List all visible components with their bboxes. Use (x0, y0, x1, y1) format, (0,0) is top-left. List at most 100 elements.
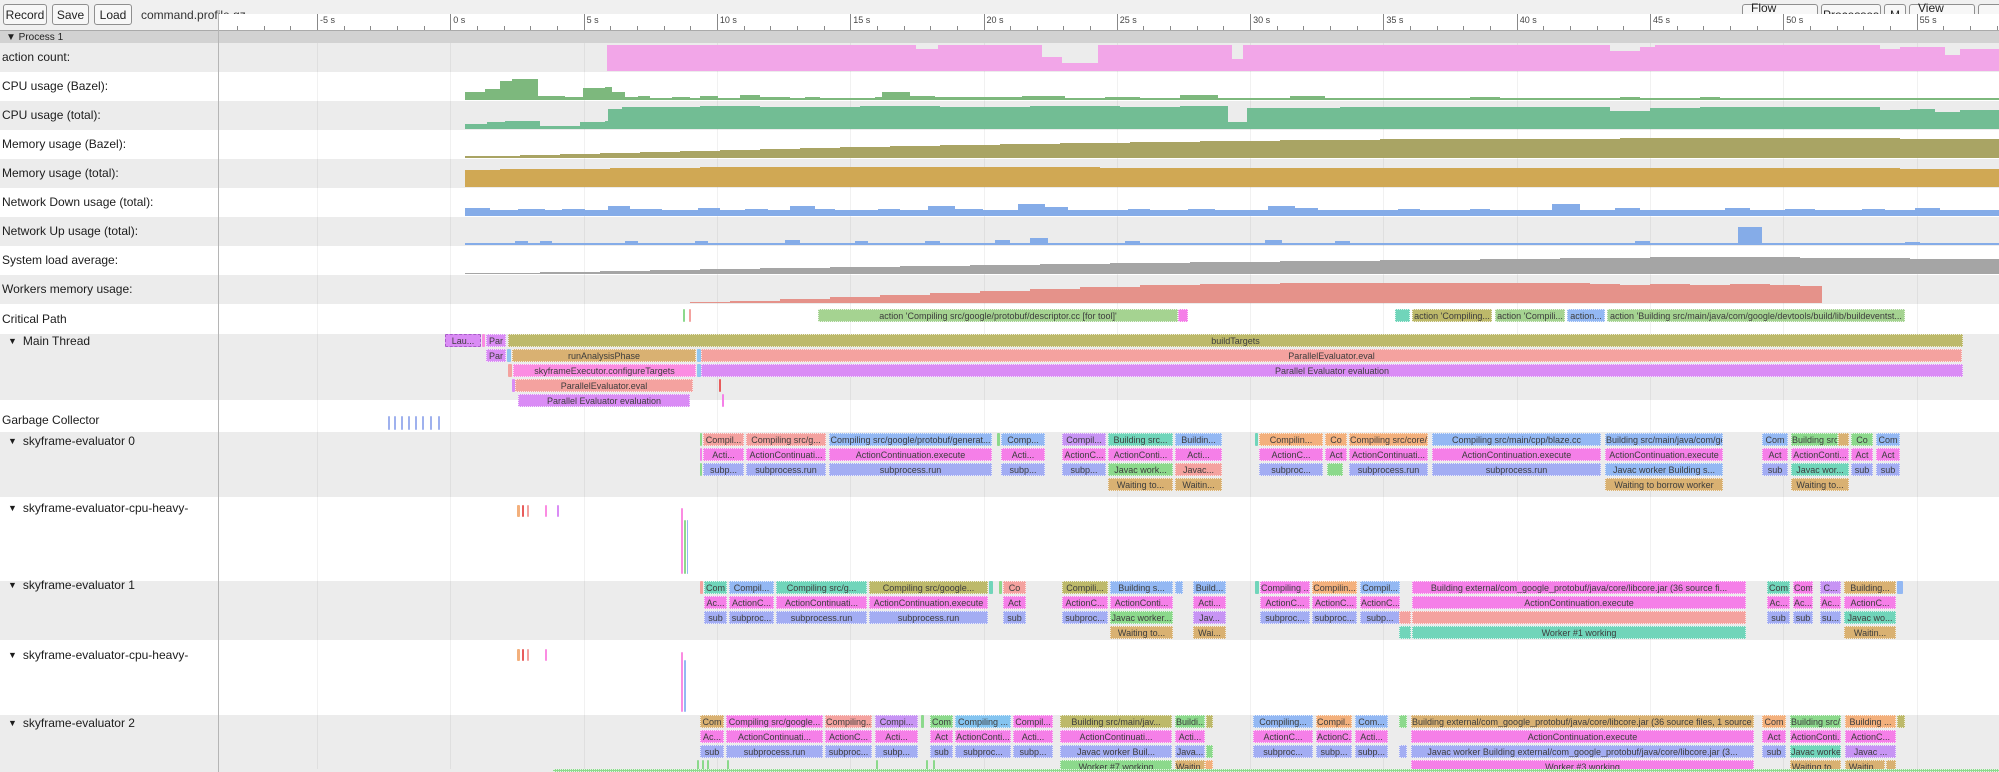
trace-event-bar[interactable]: ActionC... (1259, 448, 1323, 461)
trace-event-bar[interactable]: subp... (1360, 611, 1400, 624)
trace-event-bar[interactable]: ParallelEvaluator.eval (701, 349, 1962, 362)
trace-event-bar[interactable]: ActionC... (729, 596, 774, 609)
trace-event-bar[interactable]: ParallelEvaluator.eval (515, 379, 693, 392)
trace-event-bar[interactable]: Com (700, 715, 724, 728)
trace-event-bar[interactable]: Javac worker... (1110, 611, 1173, 624)
trace-event-bar[interactable]: Compilin... (1259, 433, 1323, 446)
trace-event-bar[interactable]: buildTargets (508, 334, 1963, 347)
trace-event-tick[interactable] (1399, 626, 1411, 639)
network-up-usage-chart[interactable] (218, 217, 1999, 246)
trace-event-bar[interactable]: Compiling src/g... (746, 433, 826, 446)
trace-event-bar[interactable]: Compil... (1062, 433, 1106, 446)
process-header[interactable]: ▼ Process 1 (0, 30, 1999, 43)
trace-event-bar[interactable]: Javac worker Buil... (1060, 745, 1172, 758)
trace-event-tick[interactable] (681, 652, 683, 712)
trace-event-bar[interactable]: su... (1820, 611, 1841, 624)
trace-event-bar[interactable]: Compiling src/google... (726, 715, 823, 728)
trace-event-bar[interactable]: ActionConti... (1110, 596, 1173, 609)
save-button[interactable]: Save (52, 4, 89, 25)
trace-event-bar[interactable]: action... (1567, 309, 1605, 322)
trace-event-bar[interactable]: ActionContinuati... (726, 730, 823, 743)
trace-event-bar[interactable]: sub (1793, 611, 1813, 624)
trace-event-bar[interactable]: Act (930, 730, 953, 743)
timeline-ruler[interactable]: -5 s0 s5 s10 s15 s20 s25 s30 s35 s40 s45… (218, 14, 1999, 30)
trace-event-bar[interactable]: Waiting to... (1110, 626, 1173, 639)
trace-event-bar[interactable]: Acti... (703, 448, 744, 461)
trace-event-tick[interactable] (422, 416, 424, 430)
trace-event-tick[interactable] (522, 649, 524, 661)
trace-event-bar[interactable]: Compiling src/google... (869, 581, 988, 594)
trace-event-bar[interactable]: ActionC... (1062, 596, 1108, 609)
load-button[interactable]: Load (94, 4, 132, 25)
trace-event-bar[interactable]: Java... (1175, 745, 1205, 758)
trace-event-bar[interactable]: Building... (1844, 581, 1896, 594)
trace-event-bar[interactable]: Ac... (1793, 596, 1813, 609)
trace-event-tick[interactable] (1178, 309, 1188, 322)
trace-event-tick[interactable] (545, 505, 547, 517)
trace-event-bar[interactable]: Javac wor... (1791, 463, 1849, 476)
trace-event-bar[interactable]: Buildin... (1175, 433, 1222, 446)
collapse-arrow-icon[interactable]: ▼ (8, 650, 17, 660)
trace-event-tick[interactable] (415, 416, 417, 430)
trace-event-bar[interactable]: action 'Compili... (1495, 309, 1565, 322)
trace-event-tick[interactable] (508, 364, 512, 377)
trace-event-bar[interactable]: Compil... (1360, 581, 1400, 594)
trace-event-bar[interactable]: ActionC... (1844, 596, 1896, 609)
trace-event-bar[interactable]: Worker #1 working (1412, 626, 1746, 639)
track-label-skyframe-evaluator-1[interactable]: ▼skyframe-evaluator 1 (8, 578, 135, 592)
trace-event-bar[interactable]: sub (1762, 745, 1786, 758)
trace-event-bar[interactable]: ActionC... (1253, 730, 1313, 743)
trace-event-bar[interactable]: Com (1767, 581, 1790, 594)
trace-event-bar[interactable]: ActionConti... (1790, 730, 1841, 743)
trace-event-bar[interactable]: ActionC... (1316, 730, 1352, 743)
trace-event-bar[interactable]: ActionC... (1062, 448, 1106, 461)
trace-event-bar[interactable]: Building external/com_google_protobuf/ja… (1411, 715, 1754, 728)
trace-event-bar[interactable]: Comp... (1001, 433, 1045, 446)
trace-event-tick[interactable] (1395, 309, 1410, 322)
trace-event-tick[interactable] (482, 334, 485, 347)
trace-event-bar[interactable]: Act (1762, 448, 1788, 461)
trace-event-bar[interactable]: Com... (1355, 715, 1388, 728)
trace-event-bar[interactable]: Building src/ma... (1790, 715, 1841, 728)
trace-event-bar[interactable]: Ac... (704, 596, 727, 609)
trace-event-bar[interactable]: Building src/main/jav... (1060, 715, 1172, 728)
trace-event-bar[interactable]: subprocess.run (776, 611, 867, 624)
trace-event-bar[interactable]: ActionContinuation.execute (1411, 730, 1754, 743)
trace-event-tick[interactable] (1399, 715, 1407, 728)
trace-event-bar[interactable]: Lau... (445, 334, 481, 347)
trace-event-bar[interactable]: subprocess.run (1349, 463, 1428, 476)
system-load-average-chart[interactable] (218, 246, 1999, 275)
trace-event-bar[interactable]: Acti... (1013, 730, 1053, 743)
trace-event-bar[interactable]: action 'Compiling src/google/protobuf/de… (818, 309, 1178, 322)
trace-event-bar[interactable]: Compi... (875, 715, 918, 728)
trace-event-bar[interactable]: Com (1762, 433, 1788, 446)
trace-event-tick[interactable] (681, 508, 683, 574)
trace-event-bar[interactable]: subproc... (1253, 745, 1313, 758)
trace-event-bar[interactable]: Par (486, 334, 506, 347)
trace-event-bar[interactable]: sub (1851, 463, 1873, 476)
trace-event-tick[interactable] (1412, 611, 1746, 624)
trace-event-bar[interactable]: ActionC... (825, 730, 872, 743)
trace-event-bar[interactable]: Com (1876, 433, 1900, 446)
trace-event-bar[interactable]: subproc... (1062, 611, 1108, 624)
trace-event-tick[interactable] (700, 448, 702, 461)
trace-event-bar[interactable]: subp... (703, 463, 744, 476)
trace-event-tick[interactable] (522, 505, 524, 517)
trace-event-bar[interactable]: Building src... (1108, 433, 1173, 446)
trace-event-tick[interactable] (700, 463, 702, 476)
trace-event-bar[interactable]: Compil... (1013, 715, 1053, 728)
trace-event-bar[interactable]: subproc... (1260, 611, 1310, 624)
trace-event-tick[interactable] (1399, 611, 1411, 624)
trace-event-bar[interactable]: Com (930, 715, 953, 728)
track-label-skyframe-evaluator-2[interactable]: ▼skyframe-evaluator 2 (8, 716, 135, 730)
trace-event-bar[interactable]: Waitin... (1175, 478, 1222, 491)
trace-event-bar[interactable]: Waitin... (1844, 626, 1896, 639)
trace-event-bar[interactable]: subp... (1355, 745, 1388, 758)
trace-event-bar[interactable]: Javac worker Building s... (1605, 463, 1723, 476)
trace-event-tick[interactable] (700, 581, 703, 594)
trace-event-bar[interactable]: sub (1762, 463, 1788, 476)
trace-event-bar[interactable]: Acti... (1175, 730, 1205, 743)
trace-event-bar[interactable]: C... (1820, 581, 1841, 594)
trace-event-tick[interactable] (517, 649, 520, 661)
collapse-arrow-icon[interactable]: ▼ (8, 503, 17, 513)
